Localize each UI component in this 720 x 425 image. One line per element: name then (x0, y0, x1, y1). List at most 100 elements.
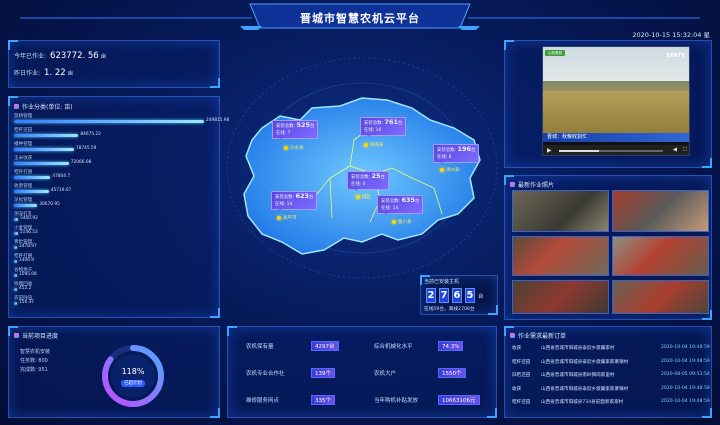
bar-1 (14, 134, 79, 137)
bar-label: 旋耕管理 (14, 114, 33, 119)
panel-title-icon (14, 333, 19, 338)
photo-thumb-3[interactable] (512, 236, 609, 276)
bar-value-label: 5400.92 (20, 215, 38, 221)
progress-line-1: 智慧农机安装 (20, 349, 51, 355)
bar-value-label: 2478.97 (19, 243, 37, 249)
bar-value-label: 84675.22 (80, 131, 101, 137)
bar-value-label: 1406.9 (19, 257, 35, 263)
bar-row: 残膜回收 452.2 (14, 281, 236, 295)
stat-label: 当年购机补贴发放 (374, 398, 419, 404)
progress-gauge (102, 345, 164, 407)
year-value: 623772. 56 (50, 51, 99, 61)
place-name: 陵川县 (398, 220, 412, 225)
order-row[interactable]: 秸秆还田 山西省晋城市阳城县泰欣乡傲翼家家寨镇村 2020-10-04 19:48:… (509, 359, 711, 369)
bubble-label: 安装总数: (437, 148, 457, 153)
map-pin[interactable] (440, 168, 444, 172)
photo-thumb-2[interactable] (612, 190, 709, 232)
map-bubble-a[interactable]: 安装总数: 525台 在线: 7 (272, 120, 319, 140)
video-hills (543, 81, 689, 91)
bar-row: 收割管理 45719.07 (14, 183, 236, 197)
bubble-unit: 台 (310, 124, 315, 129)
video-caption: 晋城：秋粮收割忙 (543, 133, 689, 142)
datetime: 2020-10-15 15:32:04 星 (632, 31, 710, 39)
bar-8 (14, 232, 18, 235)
bubble-label: 安装总数: (381, 199, 401, 204)
map-pin[interactable] (356, 195, 360, 199)
order-row[interactable]: 旧秸还田 山西省晋城市阳城县南岭镇岗家里村 2020-08-05 09:53:54 (509, 372, 711, 382)
bubble-count: 623 (295, 192, 310, 200)
bar-7 (14, 218, 19, 221)
order-time: 2020-10-04 19:48:59 (661, 358, 710, 364)
year-label: 今年已作业: (14, 53, 47, 60)
stat-label: 维修服务网点 (246, 398, 280, 404)
place-name: 城区 (362, 195, 371, 200)
year-stat: 今年已作业: 623772. 56 亩 (14, 51, 106, 61)
today-value: 1. 22 (44, 68, 66, 78)
place-name: 沁水县 (290, 146, 304, 151)
order-row[interactable]: 收获 山西省晋城市阳城县泰欣乡傲翼家村 2020-10-04 19:48:59 (509, 345, 711, 355)
bar-2 (14, 148, 74, 151)
fullscreen-icon[interactable]: ⛶ (683, 147, 687, 154)
map-pin[interactable] (364, 143, 368, 147)
bar-row: 秸秆打捆 1406.9 (14, 253, 236, 267)
video-player[interactable]: 山西晋城 SXNTV 晋城：秋粮收割忙 ▶ ◀ ⛶ (542, 46, 690, 156)
panel-title-icon (510, 182, 515, 187)
bubble-count: 761 (384, 118, 399, 126)
bar-value-label: 78745.59 (75, 145, 97, 151)
stat-value: 4297台 (311, 341, 339, 351)
map-pin[interactable] (277, 216, 281, 220)
order-type: 秸秆还田 (512, 400, 531, 405)
map-bubble-b[interactable]: 安装总数: 761台 在线: 16 (360, 117, 407, 137)
map-bubble-e[interactable]: 安装总数: 623台 在线: 14 (271, 191, 318, 211)
map-bubble-d[interactable]: 安装总数: 25台 在线: 0 (347, 171, 389, 191)
photo-thumb-5[interactable] (512, 280, 609, 314)
bar-row: 旋耕管理 249815.98 (14, 113, 236, 127)
play-icon[interactable]: ▶ (547, 147, 552, 154)
bubble-unit: 台 (398, 121, 403, 126)
order-type: 旧秸还田 (512, 373, 531, 378)
today-unit: 亩 (67, 71, 74, 77)
bubble-unit: 台 (380, 175, 385, 180)
progress-title-text: 当前项目进度 (22, 333, 59, 340)
bar-3 (14, 162, 69, 165)
bar-11 (14, 274, 17, 277)
map-pin[interactable] (284, 146, 288, 150)
photo-thumb-4[interactable] (612, 236, 709, 276)
orders-title: 作业需求最新订单 (510, 331, 566, 340)
bar-value-label: 5146.53 (19, 229, 38, 235)
volume-icon[interactable]: ◀ (673, 147, 677, 153)
progress-sub-badge: 已超计划 (121, 380, 145, 387)
bar-row: 谷物烘干 1095.08 (14, 267, 236, 281)
map-pin[interactable] (392, 220, 396, 224)
bar-row: 玉米收获 72066.08 (14, 155, 236, 169)
today-stat: 昨日作业: 1. 22 亩 (14, 68, 73, 78)
order-row[interactable]: 秸秆还田 山西省晋城市阳城县734县前面新家家村 2020-10-04 19:48:… (509, 399, 711, 409)
stat-label: 综合机械化水平 (374, 344, 413, 350)
map-bubble-c[interactable]: 安装总数: 196台 在线: 8 (433, 144, 480, 164)
panel-title-icon (510, 333, 515, 338)
bubble-online: 在线: 8 (437, 154, 452, 160)
bar-row: 深松管理 30670.95 (14, 197, 236, 211)
summary-panel (8, 40, 220, 88)
install-unit: 台 (478, 294, 484, 300)
map-bubble-f[interactable]: 安装总数: 635台 在线: 14 (377, 195, 424, 215)
photo-thumb-6[interactable] (612, 280, 709, 314)
progress-title: 当前项目进度 (14, 331, 58, 340)
place-name: 高平市 (283, 216, 297, 221)
bar-value-label: 452.2 (19, 285, 32, 291)
order-desc: 山西省晋城市阳城县南岭镇岗家里村 (541, 373, 615, 378)
bar-label: 播种管理 (14, 142, 33, 147)
stat-label: 农机专业合作社 (246, 371, 285, 377)
order-type: 收获 (512, 346, 522, 351)
video-seekbar[interactable] (559, 150, 663, 152)
order-desc: 山西省晋城市阳城县泰欣乡傲翼家家寨镇村 (541, 359, 629, 365)
install-title: 当前已安装主机 (424, 279, 460, 285)
order-row[interactable]: 收获 山西省晋城市阳城县泰欣乡傲翼家家寨镇村 2020-10-04 19:48:59 (509, 386, 711, 396)
order-type: 收获 (512, 386, 522, 392)
bar-5 (14, 190, 49, 193)
bar-value-label: 45719.07 (50, 187, 72, 193)
bubble-label: 安装总数: (275, 195, 295, 200)
video-controls: ▶ ◀ ⛶ (543, 145, 689, 155)
bar-12 (14, 288, 17, 291)
photo-thumb-1[interactable] (512, 190, 609, 232)
